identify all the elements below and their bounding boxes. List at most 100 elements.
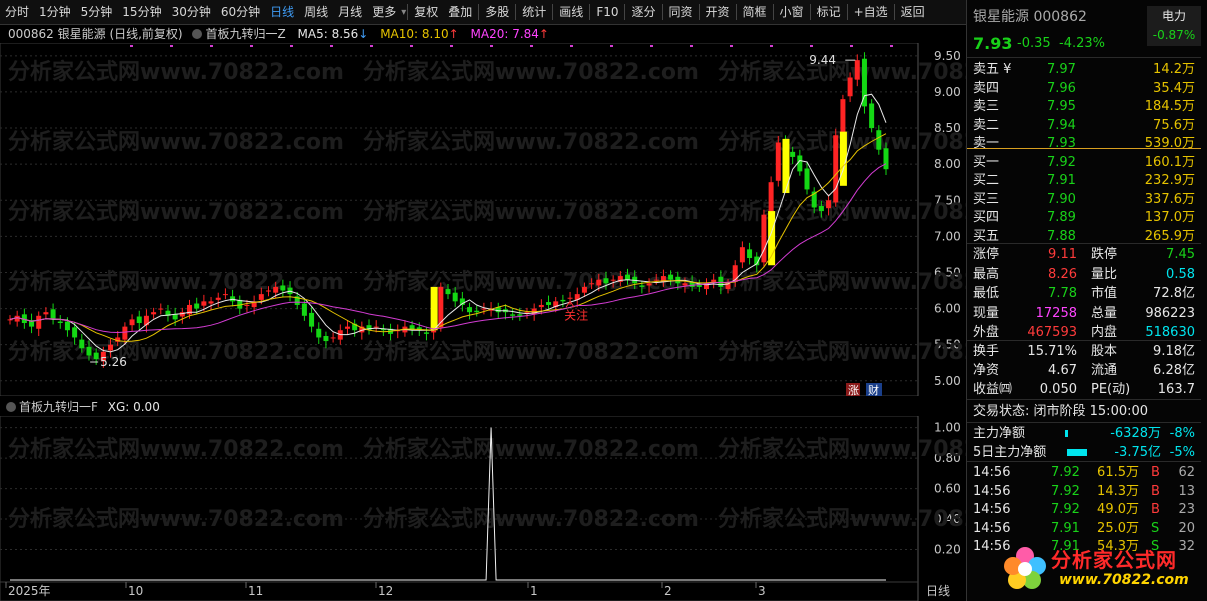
cai-badge[interactable]: 财 (868, 383, 879, 396)
indicator-chart[interactable]: 1.000.800.600.400.20分析家公式网www.70822.com 分… (0, 416, 966, 601)
stat-value: 9.11 (1048, 247, 1077, 262)
stat-value: 8.26 (1048, 266, 1077, 282)
tick-row: 14:56 7.92 14.3万 B 13 (967, 482, 1201, 501)
time-axis-label: 12 (378, 584, 393, 598)
order-book-row: 卖三 7.95 184.5万 (967, 97, 1201, 116)
toolbar-item[interactable]: 画线 (554, 0, 588, 24)
candle (395, 324, 401, 339)
order-price: 7.97 (1047, 62, 1076, 77)
stats-row: 涨停 9.11 跌停 7.45 (967, 245, 1201, 264)
candle (136, 310, 142, 330)
candle (833, 128, 839, 207)
zhang-badge[interactable]: 涨 (848, 384, 859, 396)
toolbar-item[interactable]: 开资 (701, 0, 735, 24)
toolbar-item[interactable]: 分时 (0, 0, 34, 24)
flower-logo-icon (1004, 547, 1046, 589)
watermark-text: 分析家公式网www.70822.com (363, 59, 699, 85)
toolbar-item[interactable]: 月线 (333, 0, 367, 24)
order-book-row: 买二 7.91 232.9万 (967, 171, 1201, 190)
xg-label: XG: 0.00 (107, 400, 160, 414)
sub-indicator-name[interactable]: 首板九转归一F (19, 400, 98, 414)
period-label[interactable]: 日线 (926, 584, 950, 598)
candle (380, 324, 386, 337)
watermark-text: 分析家公式网www.70822.com (363, 506, 699, 532)
toolbar-item[interactable]: 简框 (738, 0, 772, 24)
stat-label: 市值 (1091, 286, 1118, 301)
attention-label: 关注 (564, 307, 588, 322)
stat-value: 9.18亿 (1153, 344, 1195, 359)
indicator-name[interactable]: 首板九转归一Z (205, 27, 285, 41)
time-axis-label: 10 (128, 584, 143, 598)
toolbar-item[interactable]: 统计 (517, 0, 551, 24)
toolbar-item[interactable]: 60分钟 (216, 0, 265, 24)
toolbar-item[interactable]: 5分钟 (76, 0, 118, 24)
toolbar-item[interactable]: 小窗 (775, 0, 809, 24)
quote-panel: 银星能源 000862 电力 -0.87% 7.93 -0.35 -4.23% … (966, 0, 1207, 601)
watermark-text: 分析家公式网www.70822.com (8, 436, 344, 462)
stock-name-code: 银星能源 000862 (973, 9, 1087, 25)
candle (7, 315, 13, 325)
time-axis-label: 1 (530, 584, 538, 598)
flow-row: 5日主力净额 -3.75亿 -5% (967, 443, 1201, 462)
indicator-toggle-icon[interactable] (192, 29, 203, 39)
y-tick-label: 9.00 (934, 85, 961, 99)
high-price-label: 9.44 (809, 53, 836, 67)
candle (739, 241, 745, 269)
toolbar-item[interactable]: 15分钟 (117, 0, 166, 24)
candle (423, 326, 429, 341)
order-label: 卖四 (973, 80, 1000, 96)
watermark-text: 分析家公式网www.70822.com (8, 339, 344, 365)
toolbar-item[interactable]: 更多 (367, 0, 401, 24)
period-toolbar: 分时 1分钟 5分钟 15分钟 30分钟 60分钟 日线 周线 月线 更多 ▾ 复权 叠加 多股 统计 画线 F… (0, 0, 966, 25)
tick-time: 14:56 (973, 483, 1011, 499)
time-axis-label: 2 (664, 584, 672, 598)
price-change-pct: -4.23% (1059, 36, 1105, 51)
toolbar-item[interactable]: 周线 (299, 0, 333, 24)
order-volume: 232.9万 (1144, 173, 1195, 188)
tick-price: 7.91 (1051, 520, 1080, 536)
ma10-line (9, 133, 887, 342)
toolbar-item[interactable]: 日线 (265, 0, 299, 24)
time-axis-label: 11 (248, 584, 263, 598)
order-label: 卖五 ¥ (973, 62, 1012, 77)
sub-y-tick-label: 1.00 (934, 421, 961, 435)
candle (151, 307, 157, 319)
sub-indicator-toggle-icon[interactable] (6, 402, 16, 412)
candlestick-chart[interactable]: 9.509.008.508.007.507.006.506.005.505.00… (0, 43, 966, 396)
watermark-text: 分析家公式网www.70822.com (8, 506, 344, 532)
toolbar-item[interactable]: 1分钟 (34, 0, 76, 24)
order-label: 卖一 (973, 136, 1000, 151)
trade-status: 交易状态: 闭市阶段 15:00:00 (973, 404, 1149, 419)
toolbar-item[interactable]: 标记 (812, 0, 846, 24)
stat-label: 股本 (1091, 344, 1118, 359)
watermark-text: 分析家公式网www.70822.com (718, 269, 966, 295)
toolbar-item[interactable]: 返回 (896, 0, 930, 24)
flow-label: 5日主力净额 (973, 445, 1047, 460)
watermark-text: 分析家公式网www.70822.com (718, 506, 966, 532)
candle (36, 311, 42, 337)
candle (510, 308, 516, 321)
order-book-row: 卖五 ¥ 7.97 14.2万 (967, 60, 1201, 79)
signal-bar (430, 286, 438, 331)
toolbar-item[interactable]: +自选 (849, 0, 893, 24)
toolbar-item[interactable]: 多股 (480, 0, 514, 24)
toolbar-item[interactable]: F10 (591, 0, 623, 24)
toolbar-item[interactable]: 复权 (409, 0, 443, 24)
stat-label: 收益㈣ (973, 382, 1013, 397)
toolbar-item[interactable]: 逐分 (626, 0, 660, 24)
order-book-row: 卖二 7.94 75.6万 (967, 116, 1201, 135)
order-label: 买四 (973, 210, 1000, 225)
stat-label: 换手 (973, 344, 1000, 359)
candle (158, 303, 164, 315)
signal-bar (782, 138, 790, 194)
order-label: 买二 (973, 173, 1000, 188)
order-book-row: 买四 7.89 137.0万 (967, 208, 1201, 227)
toolbar-item[interactable]: 30分钟 (167, 0, 216, 24)
stat-value: 4.67 (1048, 363, 1077, 378)
ma20-arrow: ↑ (538, 27, 549, 41)
order-price: 7.89 (1047, 210, 1076, 225)
stat-value: 72.8亿 (1153, 286, 1195, 301)
candle (301, 298, 307, 321)
toolbar-item[interactable]: 叠加 (443, 0, 477, 24)
toolbar-item[interactable]: 同资 (664, 0, 698, 24)
